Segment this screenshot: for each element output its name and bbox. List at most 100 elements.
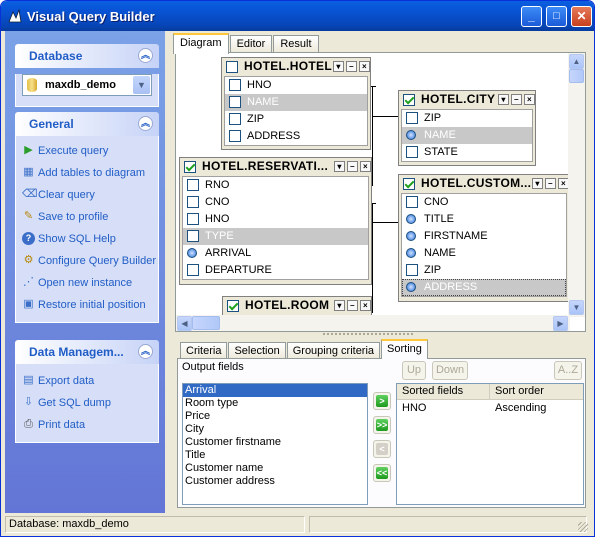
table-hotel-city[interactable]: HOTEL.CITY ▾ – × ZIP NAME STATE <box>398 90 536 166</box>
minimize-icon[interactable]: – <box>511 94 522 105</box>
field-row[interactable]: TYPE <box>183 228 368 245</box>
scroll-left-icon[interactable]: ◀ <box>177 316 192 331</box>
table-checkbox[interactable] <box>403 94 415 106</box>
list-item[interactable]: Arrival <box>183 384 367 397</box>
field-row[interactable]: TITLE <box>402 211 566 228</box>
dropdown-icon[interactable]: ▾ <box>334 300 345 311</box>
scroll-down-icon[interactable]: ▼ <box>569 300 584 315</box>
new-instance-link[interactable]: ⋰ Open new instance <box>16 272 158 294</box>
dropdown-icon[interactable]: ▾ <box>334 161 345 172</box>
sorted-fields-grid[interactable]: Sorted fields Sort order HNO Ascending <box>396 383 584 505</box>
list-item[interactable]: Customer address <box>183 475 367 488</box>
sorted-fields-header[interactable]: Sorted fields <box>402 385 463 397</box>
sort-order-cell[interactable]: Ascending <box>495 402 546 414</box>
save-profile-link[interactable]: ✎ Save to profile <box>16 206 158 228</box>
tab-criteria[interactable]: Criteria <box>180 342 228 359</box>
tab-diagram[interactable]: Diagram <box>173 33 229 54</box>
add-tables-link[interactable]: ▦ Add tables to diagram <box>16 162 158 184</box>
scroll-thumb[interactable] <box>192 316 220 330</box>
scroll-right-icon[interactable]: ▶ <box>553 316 568 331</box>
configure-link[interactable]: ⚙ Configure Query Builder <box>16 250 158 272</box>
dropdown-icon[interactable]: ▾ <box>333 61 344 72</box>
data-management-panel-header[interactable]: Data Managem... ︽ <box>15 340 159 364</box>
export-data-link[interactable]: ▤ Export data <box>16 370 158 392</box>
table-hotel-hotel[interactable]: HOTEL.HOTEL ▾ – × HNO NAME ZIP ADDRESS <box>221 57 371 150</box>
field-row[interactable]: DEPARTURE <box>183 262 368 279</box>
up-button[interactable]: Up <box>402 361 426 380</box>
list-item[interactable]: City <box>183 423 367 436</box>
scroll-up-icon[interactable]: ▲ <box>569 54 584 69</box>
minimize-icon[interactable]: – <box>347 161 358 172</box>
sql-dump-link[interactable]: ⇩ Get SQL dump <box>16 392 158 414</box>
table-header[interactable]: HOTEL.RESERVATI... ▾ – × <box>180 158 371 176</box>
chevron-down-icon[interactable]: ▼ <box>133 76 150 94</box>
diagram-canvas[interactable]: HOTEL.HOTEL ▾ – × HNO NAME ZIP ADDRESS H… <box>176 53 570 317</box>
database-select[interactable]: maxdb_demo ▼ <box>22 74 152 96</box>
list-item[interactable]: Title <box>183 449 367 462</box>
list-item[interactable]: Price <box>183 410 367 423</box>
sort-order-header[interactable]: Sort order <box>495 385 544 397</box>
close-button[interactable]: ✕ <box>571 6 592 27</box>
sort-az-button[interactable]: A..Z <box>554 361 582 380</box>
general-panel-header[interactable]: General ︽ <box>15 112 159 136</box>
field-row[interactable]: ZIP <box>402 262 566 279</box>
collapse-chevron-icon[interactable]: ︽ <box>138 116 153 131</box>
dropdown-icon[interactable]: ▾ <box>498 94 509 105</box>
clear-query-link[interactable]: ⌫ Clear query <box>16 184 158 206</box>
tab-selection[interactable]: Selection <box>228 342 286 359</box>
table-row[interactable]: HNO Ascending <box>397 402 583 416</box>
collapse-chevron-icon[interactable]: ︽ <box>138 48 153 63</box>
table-hotel-reservation[interactable]: HOTEL.RESERVATI... ▾ – × RNO CNO HNO TYP… <box>179 157 372 285</box>
remove-all-button[interactable]: << <box>373 464 391 482</box>
dropdown-icon[interactable]: ▾ <box>532 178 543 189</box>
minimize-icon[interactable]: – <box>347 300 358 311</box>
field-row[interactable]: CNO <box>183 194 368 211</box>
table-header[interactable]: HOTEL.ROOM ▾ – × <box>223 297 371 315</box>
close-icon[interactable]: × <box>359 61 370 72</box>
table-hotel-room[interactable]: HOTEL.ROOM ▾ – × <box>222 296 372 317</box>
minimize-icon[interactable]: – <box>346 61 357 72</box>
field-row[interactable]: NAME <box>225 94 367 111</box>
minimize-icon[interactable]: – <box>545 178 556 189</box>
sql-help-link[interactable]: ? Show SQL Help <box>16 228 158 250</box>
scroll-thumb[interactable] <box>569 69 584 83</box>
database-panel-header[interactable]: Database ︽ <box>15 44 159 68</box>
field-row[interactable]: CNO <box>402 194 566 211</box>
collapse-chevron-icon[interactable]: ︽ <box>138 344 153 359</box>
close-icon[interactable]: × <box>360 161 371 172</box>
field-row[interactable]: ADDRESS <box>402 279 566 296</box>
vertical-splitter[interactable] <box>165 31 173 513</box>
print-data-link[interactable]: ⎙ Print data <box>16 414 158 436</box>
table-header[interactable]: HOTEL.CITY ▾ – × <box>399 91 535 109</box>
vertical-scrollbar[interactable]: ▲ ▼ <box>568 53 585 317</box>
field-row[interactable]: NAME <box>402 127 532 144</box>
field-row[interactable]: ADDRESS <box>225 128 367 145</box>
field-row[interactable]: HNO <box>183 211 368 228</box>
table-checkbox[interactable] <box>184 161 196 173</box>
field-row[interactable]: HNO <box>225 77 367 94</box>
remove-field-button[interactable]: < <box>373 440 391 458</box>
list-item[interactable]: Customer firstname <box>183 436 367 449</box>
tab-sorting[interactable]: Sorting <box>381 339 428 359</box>
field-row[interactable]: FIRSTNAME <box>402 228 566 245</box>
maximize-button[interactable]: □ <box>546 6 567 27</box>
table-header[interactable]: HOTEL.HOTEL ▾ – × <box>222 58 370 76</box>
field-row[interactable]: RNO <box>183 177 368 194</box>
output-fields-list[interactable]: Arrival Room type Price City Customer fi… <box>182 383 368 505</box>
tab-editor[interactable]: Editor <box>229 35 273 53</box>
add-field-button[interactable]: > <box>373 392 391 410</box>
minimize-button[interactable]: _ <box>521 6 542 27</box>
table-checkbox[interactable] <box>226 61 238 73</box>
close-icon[interactable]: × <box>524 94 535 105</box>
resize-grip-icon[interactable] <box>578 522 588 532</box>
restore-position-link[interactable]: ▣ Restore initial position <box>16 294 158 316</box>
list-item[interactable]: Room type <box>183 397 367 410</box>
list-item[interactable]: Customer name <box>183 462 367 475</box>
close-icon[interactable]: × <box>360 300 371 311</box>
down-button[interactable]: Down <box>432 361 468 380</box>
table-checkbox[interactable] <box>403 178 415 190</box>
field-row[interactable]: STATE <box>402 144 532 161</box>
table-hotel-customer[interactable]: HOTEL.CUSTOM... ▾ – × CNO TITLE FIRSTNAM… <box>398 174 570 302</box>
field-row[interactable]: ZIP <box>402 110 532 127</box>
field-row[interactable]: ZIP <box>225 111 367 128</box>
